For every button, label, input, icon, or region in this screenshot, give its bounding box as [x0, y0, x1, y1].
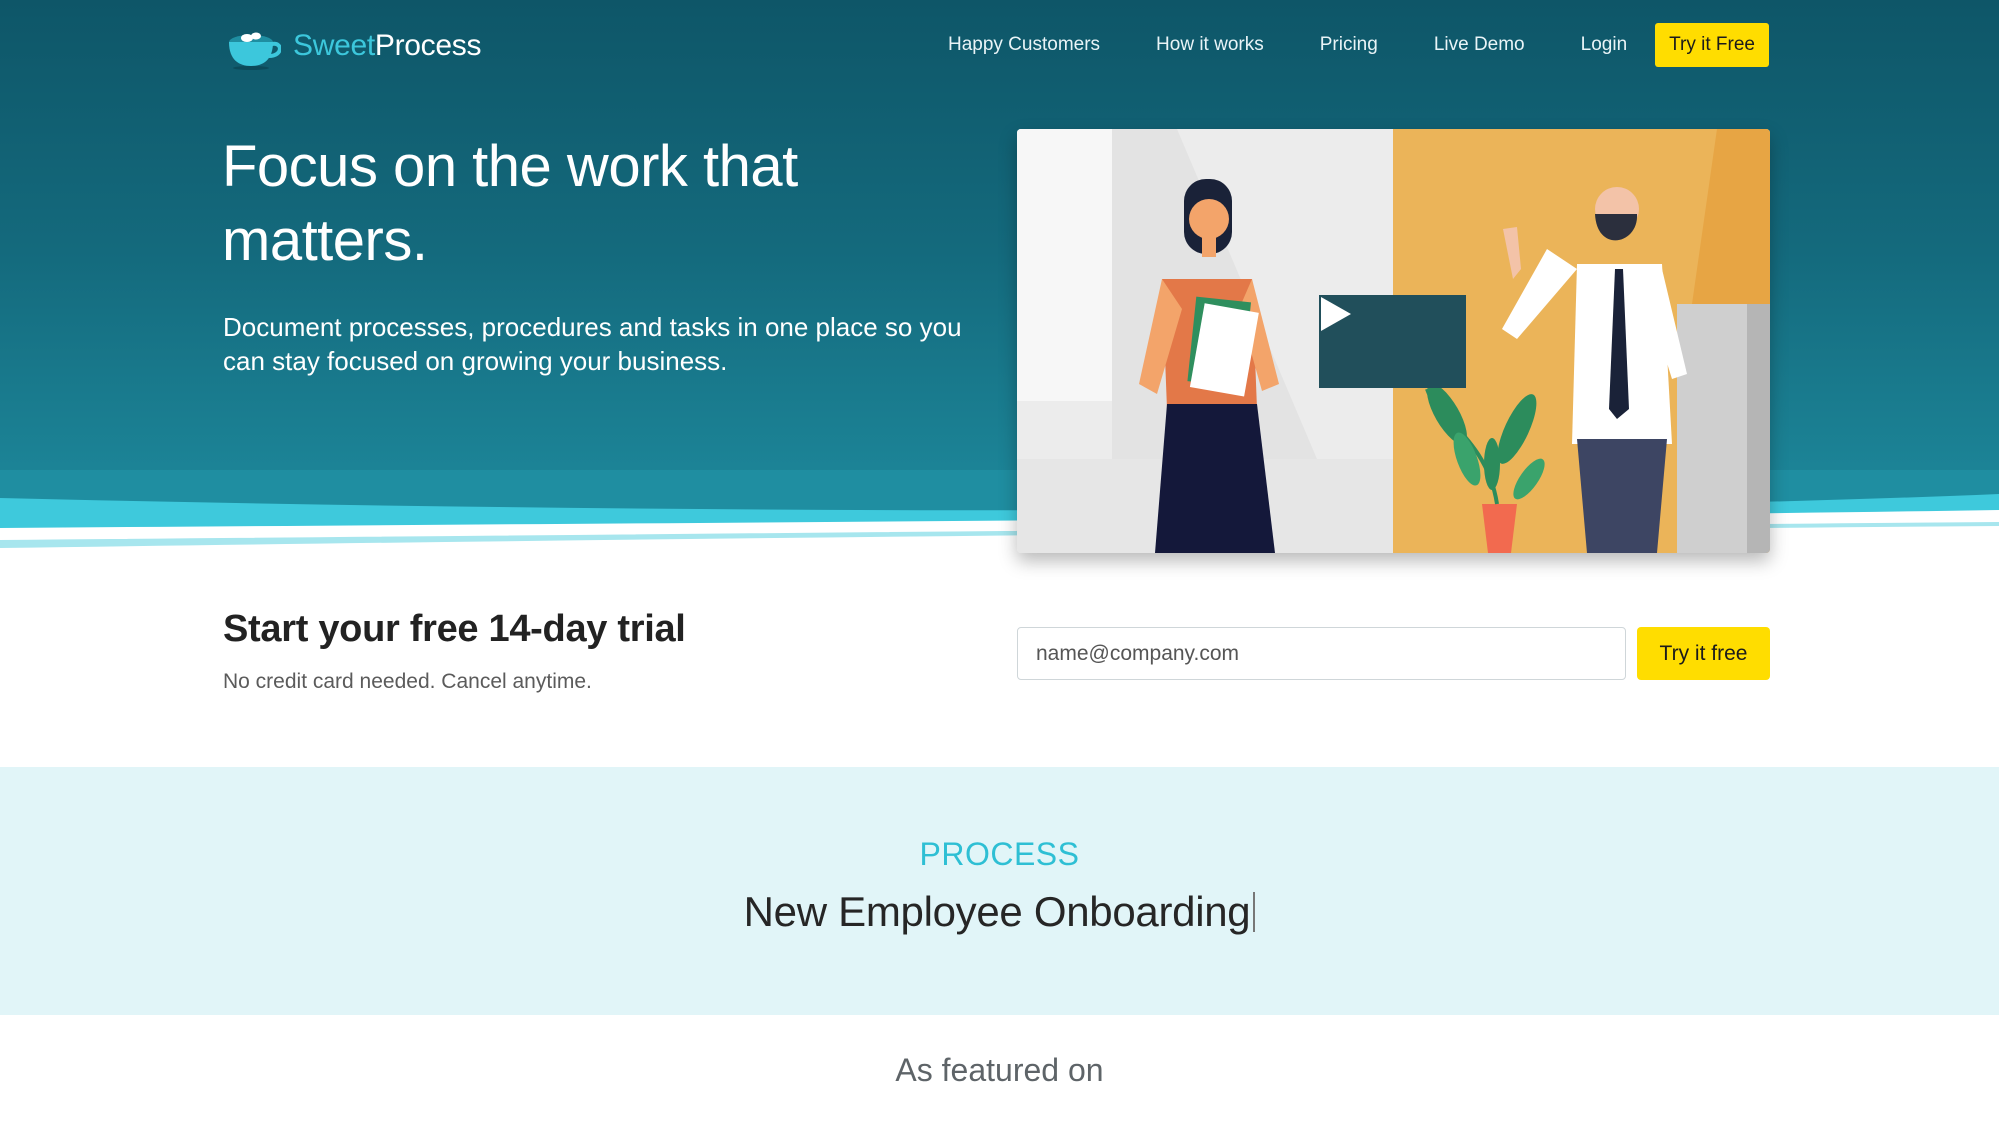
featured-heading: As featured on [895, 1052, 1104, 1088]
nav-link-pricing[interactable]: Pricing [1320, 34, 1378, 56]
email-input[interactable] [1017, 627, 1626, 680]
nav-link-live-demo[interactable]: Live Demo [1434, 34, 1525, 56]
brand-name-sweet: Sweet [293, 29, 375, 62]
try-it-free-button[interactable]: Try it free [1637, 627, 1770, 680]
hero-subtitle: Document processes, procedures and tasks… [223, 312, 962, 376]
hero-title: Focus on the work that matters. [222, 134, 798, 273]
typing-caret [1253, 892, 1256, 932]
nav-links: Happy Customers How it works Pricing Liv… [948, 22, 1769, 68]
process-typed-title: New Employee Onboarding [0, 888, 1999, 936]
nav-try-free-button[interactable]: Try it Free [1655, 23, 1769, 67]
nav-link-how-it-works[interactable]: How it works [1156, 34, 1264, 56]
intro-video[interactable] [1017, 129, 1770, 553]
teacup-icon [229, 32, 281, 70]
brand-logo[interactable]: SweetProcess [225, 22, 481, 70]
process-typed-text: New Employee Onboarding [743, 888, 1251, 935]
nav-link-happy-customers[interactable]: Happy Customers [948, 34, 1100, 56]
trial-title: Start your free 14-day trial [223, 608, 686, 650]
nav-link-login[interactable]: Login [1581, 34, 1628, 56]
trial-subtitle: No credit card needed. Cancel anytime. [223, 670, 592, 693]
top-navigation: SweetProcess Happy Customers How it work… [0, 0, 1999, 92]
video-play-button[interactable] [1319, 295, 1466, 388]
brand-name: SweetProcess [293, 29, 481, 63]
play-icon [1321, 297, 1351, 331]
process-eyebrow: PROCESS [919, 836, 1080, 872]
brand-name-process: Process [374, 29, 482, 62]
